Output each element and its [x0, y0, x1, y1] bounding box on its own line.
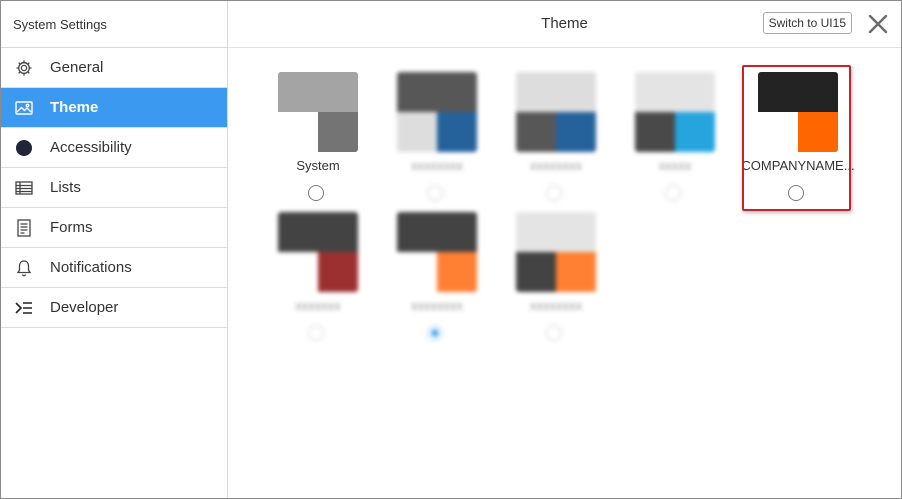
theme-preview-right [437, 252, 477, 292]
sidebar-item-label: Theme [50, 99, 99, 116]
theme-preview-right [437, 112, 477, 152]
theme-radio[interactable] [427, 325, 443, 341]
theme-label: xxxxxxxx [411, 298, 463, 313]
theme-option[interactable]: xxxxxxxx [375, 188, 499, 341]
panel-header: Theme Switch to UI15 [228, 1, 901, 48]
theme-radio[interactable] [665, 185, 681, 201]
theme-label: xxxxx [658, 158, 692, 173]
sidebar-item-label: Accessibility [50, 139, 132, 156]
theme-preview-top [278, 212, 358, 252]
image-icon [14, 98, 34, 118]
theme-preview-top [278, 72, 358, 112]
theme-option[interactable]: xxxxx [613, 48, 737, 201]
theme-preview [397, 72, 477, 152]
sidebar-item-label: Lists [50, 179, 81, 196]
theme-label: xxxxxxxx [530, 158, 582, 173]
theme-preview-left [278, 252, 318, 292]
theme-option[interactable]: xxxxxxxx [494, 188, 618, 341]
theme-label: xxxxxxxx [530, 298, 582, 313]
close-icon[interactable] [867, 13, 889, 35]
sidebar-item-label: Developer [50, 299, 119, 316]
theme-preview-top [516, 212, 596, 252]
theme-preview-top [397, 212, 477, 252]
settings-dialog: System Settings General Theme Accessibil… [0, 0, 902, 499]
sidebar-item-developer[interactable]: Developer [1, 288, 227, 328]
sidebar-nav: General Theme Accessibility Lists Forms … [1, 48, 227, 328]
theme-preview [516, 72, 596, 152]
theme-preview-right [318, 112, 358, 152]
theme-preview-left [516, 112, 556, 152]
theme-preview-top [516, 72, 596, 112]
sidebar-item-forms[interactable]: Forms [1, 208, 227, 248]
sidebar-item-general[interactable]: General [1, 48, 227, 88]
list-table-icon [14, 178, 34, 198]
sidebar-item-lists[interactable]: Lists [1, 168, 227, 208]
theme-preview-top [635, 72, 715, 112]
theme-preview-left [397, 112, 437, 152]
theme-preview-left [516, 252, 556, 292]
theme-radio[interactable] [308, 325, 324, 341]
theme-preview-right [556, 112, 596, 152]
theme-preview [635, 72, 715, 152]
theme-preview-right [318, 252, 358, 292]
theme-option[interactable]: System [256, 48, 380, 201]
gear-icon [14, 58, 34, 78]
circle-icon [14, 138, 34, 158]
highlight-box [742, 65, 851, 211]
theme-preview [278, 72, 358, 152]
theme-option[interactable]: xxxxxxx [256, 188, 380, 341]
theme-preview-top [397, 72, 477, 112]
theme-preview-left [278, 112, 318, 152]
switch-to-ui15-button[interactable]: Switch to UI15 [762, 12, 852, 34]
theme-label: xxxxxxxx [411, 158, 463, 173]
theme-label: System [296, 158, 340, 173]
theme-option[interactable]: xxxxxxxx [375, 48, 499, 201]
theme-preview [516, 212, 596, 292]
theme-option[interactable]: xxxxxxxx [494, 48, 618, 201]
sidebar-item-label: Notifications [50, 259, 132, 276]
sidebar-item-theme[interactable]: Theme [1, 88, 227, 128]
theme-preview [278, 212, 358, 292]
bell-icon [14, 258, 34, 278]
theme-preview [397, 212, 477, 292]
sidebar-item-notifications[interactable]: Notifications [1, 248, 227, 288]
theme-label: xxxxxxx [295, 298, 341, 313]
developer-icon [14, 298, 34, 318]
sidebar-item-label: Forms [50, 219, 93, 236]
theme-preview-right [675, 112, 715, 152]
sidebar-title: System Settings [1, 1, 227, 48]
theme-preview-left [635, 112, 675, 152]
theme-grid: System xxxxxxxx xxxxxxxx xxxxx COMPANYNAME..… [228, 48, 901, 498]
theme-panel: Theme Switch to UI15 System xxxxxxxx xxxxx… [228, 1, 901, 498]
sidebar-item-accessibility[interactable]: Accessibility [1, 128, 227, 168]
theme-preview-right [556, 252, 596, 292]
theme-radio[interactable] [546, 325, 562, 341]
theme-preview-left [397, 252, 437, 292]
form-document-icon [14, 218, 34, 238]
sidebar-item-label: General [50, 59, 104, 76]
sidebar: System Settings General Theme Accessibil… [1, 1, 228, 498]
